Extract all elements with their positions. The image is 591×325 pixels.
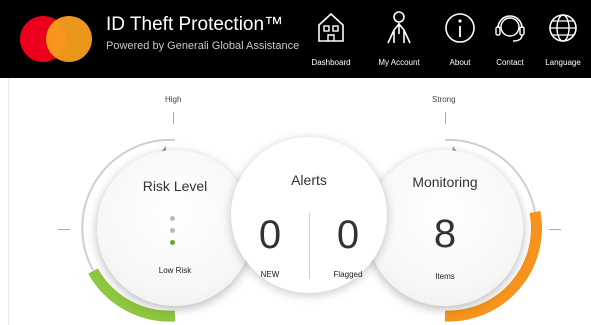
risk-dot-medium — [170, 228, 175, 233]
alerts-title: Alerts — [291, 172, 327, 188]
alerts-flagged-label: Flagged — [333, 270, 363, 279]
risk-dot-high — [170, 216, 175, 221]
risk-level-card[interactable]: Risk Level Low Risk — [97, 150, 253, 306]
risk-level-title: Risk Level — [142, 178, 208, 194]
alerts-new-label: NEW — [260, 270, 280, 279]
risk-dot-low — [170, 240, 175, 245]
risk-status-label: Low Risk — [158, 266, 192, 275]
alerts-separator — [309, 213, 310, 279]
alerts-card[interactable]: Alerts 0 NEW 0 Flagged — [231, 137, 387, 293]
monitoring-count-label: Items — [435, 272, 455, 281]
monitoring-count: 8 — [433, 212, 457, 256]
monitoring-card[interactable]: Monitoring 8 Items — [367, 150, 523, 306]
alerts-flagged-count: 0 — [336, 213, 360, 257]
monitoring-title: Monitoring — [412, 174, 478, 190]
alerts-new-count: 0 — [258, 213, 282, 257]
